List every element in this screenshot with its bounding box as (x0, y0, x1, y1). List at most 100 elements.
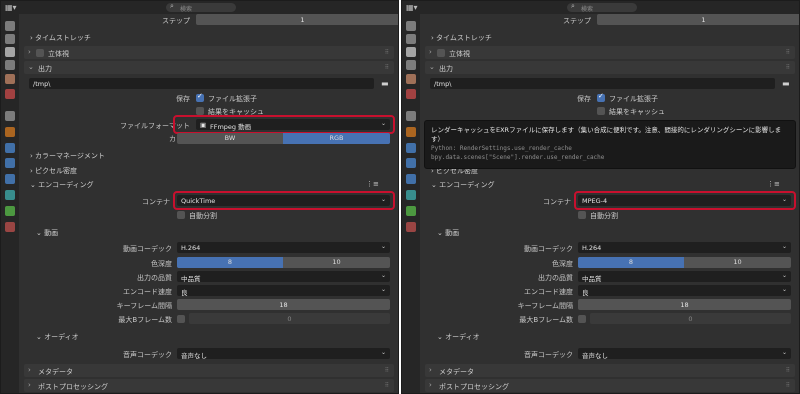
color-rgb-option[interactable]: RGB (283, 133, 390, 144)
video-subpanel[interactable]: ⌄ 動画 (36, 228, 58, 238)
stereo-panel-header[interactable]: › 立体視 ⠿ (425, 46, 795, 59)
depth-8-option[interactable]: 8 (177, 257, 283, 268)
color-management-subpanel[interactable]: › カラーマネージメント (30, 151, 105, 161)
cache-result-checkbox[interactable] (196, 107, 204, 115)
timestretch-subpanel[interactable]: › タイムストレッチ (431, 33, 492, 43)
constraints-icon[interactable] (5, 190, 15, 200)
encoding-speed-dropdown[interactable]: 良 ⌄ (578, 285, 791, 297)
editor-type-icon[interactable]: ▦▾ (5, 3, 19, 12)
depth-10-option[interactable]: 10 (684, 257, 791, 268)
output-quality-dropdown[interactable]: 中品質 ⌄ (578, 271, 791, 283)
collection-icon[interactable] (5, 111, 15, 121)
postprocess-panel-header[interactable]: › ポストプロセッシング ⠿ (24, 379, 394, 392)
cache-result-checkbox[interactable] (597, 107, 605, 115)
color-bw-option[interactable]: BW (177, 133, 283, 144)
view-layer-icon[interactable] (5, 60, 15, 70)
tool-icon[interactable] (406, 21, 416, 31)
physics-icon[interactable] (5, 174, 15, 184)
output-panel-header[interactable]: ⌄ 出力 ⠿ (425, 61, 795, 74)
drag-handle-icon[interactable]: ⠿ (786, 64, 791, 71)
keyframe-interval-field[interactable]: 18 (578, 299, 791, 310)
stereo-checkbox[interactable] (437, 49, 445, 57)
output-quality-dropdown[interactable]: 中品質 ⌄ (177, 271, 390, 283)
output-path-input[interactable]: /tmp\ (29, 78, 374, 89)
preset-icon[interactable]: ⋮≡ (366, 180, 379, 188)
stereo-panel-header[interactable]: › 立体視 ⠿ (24, 46, 394, 59)
data-icon[interactable] (406, 206, 416, 216)
view-layer-icon[interactable] (406, 60, 416, 70)
step-value: 1 (300, 16, 305, 24)
autosplit-checkbox[interactable] (177, 211, 185, 219)
render-icon[interactable] (406, 34, 416, 44)
video-subpanel[interactable]: ⌄ 動画 (437, 228, 459, 238)
search-input[interactable]: ⌕ 検索 (166, 2, 236, 13)
drag-handle-icon[interactable]: ⠿ (385, 64, 390, 71)
file-extension-label: ファイル拡張子 (208, 95, 257, 103)
particles-icon[interactable] (406, 158, 416, 168)
search-input[interactable]: ⌕ 検索 (567, 2, 637, 13)
scene-icon[interactable] (406, 74, 416, 84)
keyframe-interval-field[interactable]: 18 (177, 299, 390, 310)
file-extension-checkbox[interactable] (196, 92, 204, 102)
max-bframes-checkbox[interactable] (578, 315, 586, 323)
output-path-input[interactable]: /tmp\ (430, 78, 775, 89)
metadata-panel-header[interactable]: › メタデータ ⠿ (425, 364, 795, 377)
particles-icon[interactable] (5, 158, 15, 168)
video-codec-dropdown[interactable]: H.264 ⌄ (578, 242, 791, 253)
depth-10-option[interactable]: 10 (283, 257, 390, 268)
encoding-subpanel[interactable]: ⌄ エンコーディング (30, 180, 94, 190)
output-icon[interactable] (5, 47, 15, 57)
output-icon[interactable] (406, 47, 416, 57)
modifier-icon[interactable] (406, 143, 416, 153)
encoding-subpanel[interactable]: ⌄ エンコーディング (431, 180, 495, 190)
material-icon[interactable] (5, 222, 15, 232)
output-panel-header[interactable]: ⌄ 出力 ⠿ (24, 61, 394, 74)
step-field[interactable]: 1 (597, 14, 799, 25)
audio-codec-dropdown[interactable]: 音声なし ⌄ (578, 348, 791, 360)
max-bframes-checkbox[interactable] (177, 315, 185, 323)
file-extension-checkbox[interactable] (597, 92, 605, 102)
audio-subpanel[interactable]: ⌄ オーディオ (36, 332, 79, 342)
object-icon[interactable] (5, 127, 15, 137)
metadata-panel-header[interactable]: › メタデータ ⠿ (24, 364, 394, 377)
modifier-icon[interactable] (5, 143, 15, 153)
data-icon[interactable] (5, 206, 15, 216)
folder-icon[interactable]: ▬ (782, 79, 792, 88)
preset-icon[interactable]: ⋮≡ (767, 180, 780, 188)
color-depth-toggle[interactable]: 8 10 (578, 257, 791, 268)
autosplit-checkbox[interactable] (578, 211, 586, 219)
drag-handle-icon[interactable]: ⠿ (786, 382, 791, 389)
pixel-density-subpanel[interactable]: › ピクセル密度 (30, 166, 77, 176)
scene-icon[interactable] (5, 74, 15, 84)
audio-codec-dropdown[interactable]: 音声なし ⌄ (177, 348, 390, 360)
folder-icon[interactable]: ▬ (381, 79, 391, 88)
drag-handle-icon[interactable]: ⠿ (786, 49, 791, 56)
color-depth-toggle[interactable]: 8 10 (177, 257, 390, 268)
collection-icon[interactable] (406, 111, 416, 121)
postprocess-panel-header[interactable]: › ポストプロセッシング ⠿ (425, 379, 795, 392)
encoding-speed-dropdown[interactable]: 良 ⌄ (177, 285, 390, 297)
world-icon[interactable] (406, 89, 416, 99)
max-bframes-field[interactable]: 0 (189, 313, 390, 324)
step-field[interactable]: 1 (196, 14, 398, 25)
material-icon[interactable] (406, 222, 416, 232)
editor-type-icon[interactable]: ▦▾ (406, 3, 420, 12)
world-icon[interactable] (5, 89, 15, 99)
chevron-right-icon: › (28, 381, 31, 389)
drag-handle-icon[interactable]: ⠿ (385, 382, 390, 389)
physics-icon[interactable] (406, 174, 416, 184)
object-icon[interactable] (406, 127, 416, 137)
drag-handle-icon[interactable]: ⠿ (385, 49, 390, 56)
drag-handle-icon[interactable]: ⠿ (385, 367, 390, 374)
timestretch-subpanel[interactable]: › タイムストレッチ (30, 33, 91, 43)
drag-handle-icon[interactable]: ⠿ (786, 367, 791, 374)
color-mode-toggle[interactable]: BW RGB (177, 133, 390, 144)
render-icon[interactable] (5, 34, 15, 44)
constraints-icon[interactable] (406, 190, 416, 200)
stereo-checkbox[interactable] (36, 49, 44, 57)
max-bframes-field[interactable]: 0 (590, 313, 791, 324)
depth-8-option[interactable]: 8 (578, 257, 684, 268)
audio-subpanel[interactable]: ⌄ オーディオ (437, 332, 480, 342)
video-codec-dropdown[interactable]: H.264 ⌄ (177, 242, 390, 253)
tool-icon[interactable] (5, 21, 15, 31)
